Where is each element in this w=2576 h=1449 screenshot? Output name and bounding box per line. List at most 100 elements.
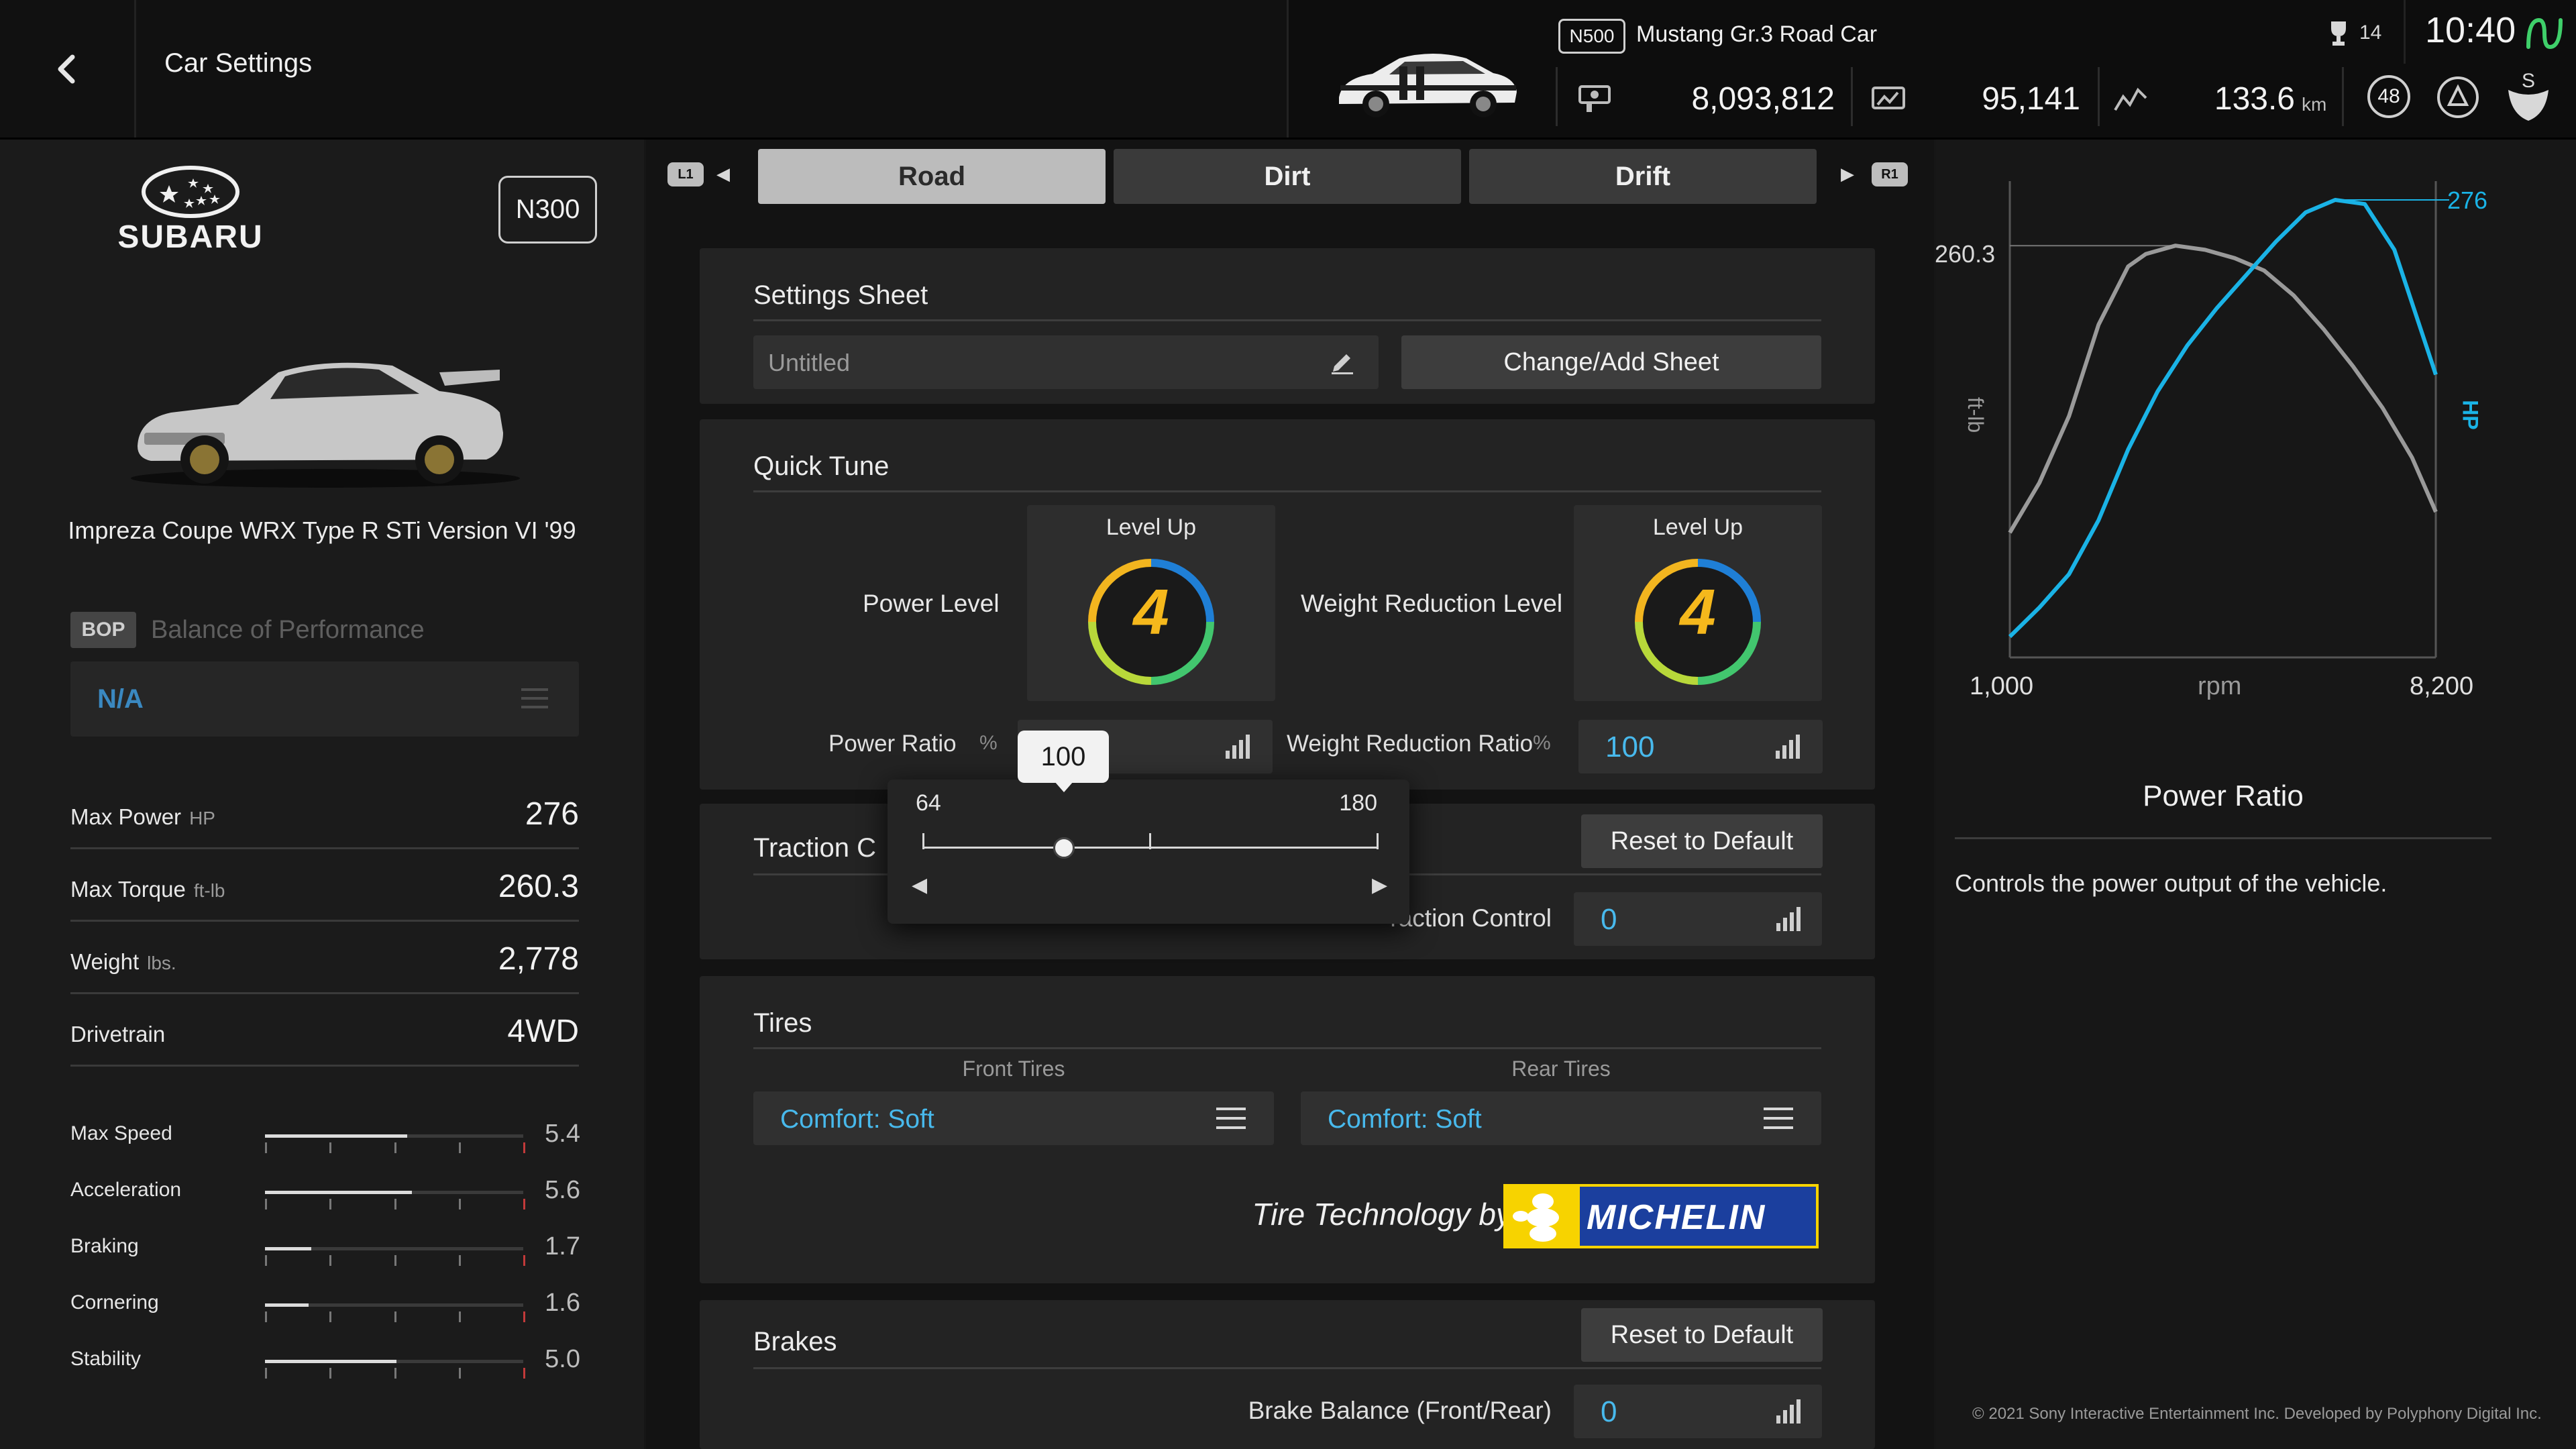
- mileage-points-value: 95,141: [1982, 81, 2080, 117]
- performance-bar: [265, 1134, 525, 1153]
- stat-label: Weight: [70, 949, 140, 974]
- stat-row-max-torque: Max Torque ft-lb 260.3: [70, 847, 579, 922]
- brake-balance-field[interactable]: 0: [1574, 1385, 1822, 1438]
- garage-status-panel: N500 Mustang Gr.3 Road Car 8,093,812 95,…: [1287, 0, 2576, 138]
- torque-curve: [2008, 244, 2438, 534]
- power-level-dial[interactable]: Level Up 4: [1027, 505, 1275, 701]
- performance-tick: [265, 1311, 267, 1322]
- rear-tires-select[interactable]: Comfort: Soft: [1301, 1091, 1821, 1145]
- trophy-icon: [2331, 21, 2346, 46]
- stat-value: 260.3: [498, 869, 579, 904]
- subaru-logo-emblem: [142, 166, 239, 218]
- traction-reset-button[interactable]: Reset to Default: [1581, 814, 1823, 868]
- weight-ratio-field[interactable]: 100: [1578, 720, 1823, 773]
- stat-value: 276: [525, 796, 579, 832]
- traction-control-value: 0: [1601, 903, 1617, 936]
- performance-tick: [394, 1255, 396, 1266]
- slider-bars-icon: [1776, 1399, 1801, 1424]
- performance-bar-fill: [265, 1303, 309, 1307]
- performance-label: Braking: [70, 1235, 139, 1257]
- menu-icon: [1764, 1108, 1793, 1129]
- car-image: [131, 362, 520, 488]
- weight-level-dial[interactable]: Level Up 4: [1574, 505, 1822, 701]
- edit-pencil-icon[interactable]: [1329, 349, 1356, 376]
- sportsmanship-rating-icon: S: [2508, 70, 2548, 121]
- power-ratio-unit: %: [979, 732, 998, 754]
- performance-tick: [458, 1311, 461, 1322]
- bop-selector[interactable]: N/A: [70, 661, 579, 737]
- slider-max-label: 180: [1339, 790, 1377, 816]
- power-ratio-slider-popup[interactable]: 64 180 ◀ ▶: [888, 780, 1409, 924]
- back-button[interactable]: [0, 0, 136, 138]
- performance-tick: [265, 1368, 267, 1379]
- driver-rating-icon: [2437, 76, 2479, 118]
- tab-dirt[interactable]: Dirt: [1114, 149, 1461, 204]
- slider-increase-icon[interactable]: ▶: [1372, 873, 1387, 897]
- front-tires-select[interactable]: Comfort: Soft: [753, 1091, 1274, 1145]
- rear-tires-label: Rear Tires: [1511, 1057, 1611, 1081]
- menu-icon: [521, 688, 548, 708]
- sheet-name: Untitled: [768, 349, 851, 376]
- slider-min-label: 64: [916, 790, 941, 816]
- performance-tick: [394, 1311, 396, 1322]
- section-title: Settings Sheet: [753, 280, 928, 310]
- svg-text:S: S: [2522, 70, 2535, 92]
- performance-row: Braking 1.7: [70, 1223, 580, 1279]
- brakes-card: Brakes Reset to Default Brake Balance (F…: [700, 1300, 1875, 1449]
- section-title: Tires: [753, 1008, 812, 1038]
- michelin-wordmark: MICHELIN: [1587, 1198, 1766, 1237]
- performance-bar-fill: [265, 1360, 397, 1363]
- change-add-sheet-button[interactable]: Change/Add Sheet: [1401, 335, 1821, 389]
- slider-knob[interactable]: [1053, 837, 1075, 859]
- rear-tires-value: Comfort: Soft: [1328, 1105, 1482, 1134]
- performance-label: Stability: [70, 1348, 142, 1370]
- copyright: © 2021 Sony Interactive Entertainment In…: [1972, 1405, 2542, 1423]
- performance-value: 1.7: [545, 1232, 580, 1260]
- tires-card: Tires Front Tires Rear Tires Comfort: So…: [700, 976, 1875, 1283]
- performance-tick: [458, 1255, 461, 1266]
- slider-decrease-icon[interactable]: ◀: [912, 873, 927, 897]
- performance-bar-fill: [265, 1134, 407, 1138]
- performance-tick: [523, 1368, 525, 1379]
- torque-peak-label: 260.3: [1935, 240, 1996, 268]
- performance-tick: [329, 1255, 332, 1266]
- performance-tick: [458, 1199, 461, 1210]
- performance-tick: [394, 1199, 396, 1210]
- mileage-icon: [1872, 87, 1905, 109]
- performance-bar: [265, 1303, 525, 1322]
- divider: [1851, 67, 1853, 126]
- performance-bar-fill: [265, 1191, 413, 1194]
- tab-left-arrow-icon[interactable]: ◀: [716, 164, 730, 184]
- l1-button-hint: L1: [667, 162, 704, 186]
- stat-label: Max Torque: [70, 877, 186, 902]
- tab-drift[interactable]: Drift: [1469, 149, 1817, 204]
- tab-right-arrow-icon[interactable]: ▶: [1841, 164, 1854, 184]
- power-ratio-label: Power Ratio: [828, 731, 957, 757]
- x-axis-label: rpm: [2198, 672, 2242, 700]
- performance-value: 5.4: [545, 1120, 580, 1148]
- performance-label: Max Speed: [70, 1122, 172, 1144]
- performance-row: Stability 5.0: [70, 1336, 580, 1392]
- performance-tick: [523, 1142, 525, 1153]
- performance-tick: [329, 1368, 332, 1379]
- sheet-name-field[interactable]: Untitled: [753, 335, 1379, 389]
- connection-icon: [2526, 17, 2563, 50]
- section-title: Quick Tune: [753, 451, 890, 481]
- bop-label: Balance of Performance: [151, 616, 425, 644]
- performance-tick: [458, 1368, 461, 1379]
- trophy-count: 14: [2359, 21, 2382, 44]
- traction-control-field[interactable]: 0: [1574, 892, 1822, 946]
- brake-balance-value: 0: [1601, 1395, 1617, 1428]
- performance-tick: [329, 1142, 332, 1153]
- section-title: Brakes: [753, 1327, 837, 1356]
- distance-value: 133.6: [2214, 81, 2295, 117]
- slider-tick: [1149, 833, 1151, 849]
- brakes-reset-button[interactable]: Reset to Default: [1581, 1308, 1823, 1362]
- stat-unit: lbs.: [147, 953, 176, 973]
- tab-road[interactable]: Road: [758, 149, 1106, 204]
- stat-row-max-power: Max Power HP 276: [70, 775, 579, 849]
- performance-tick: [265, 1142, 267, 1153]
- front-tires-value: Comfort: Soft: [780, 1105, 934, 1134]
- brake-balance-label: Brake Balance (Front/Rear): [1248, 1397, 1552, 1424]
- performance-row: Cornering 1.6: [70, 1279, 580, 1336]
